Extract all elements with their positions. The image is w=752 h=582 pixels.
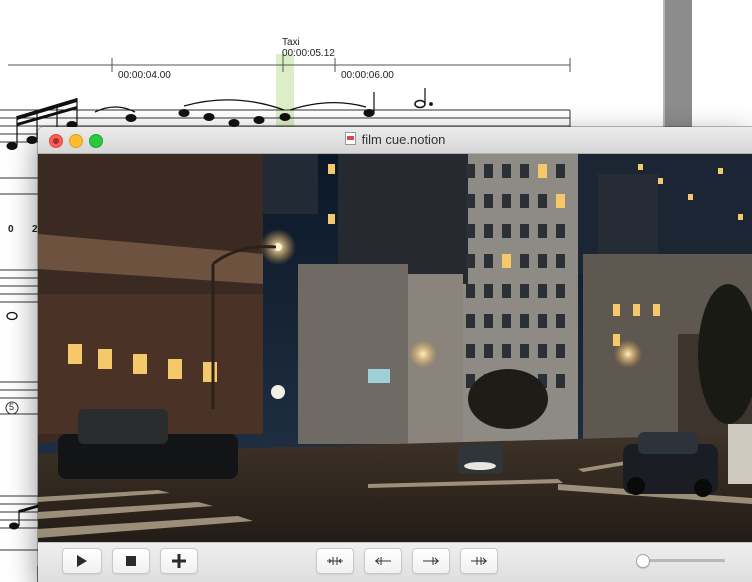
window-titlebar[interactable]: film cue.notion bbox=[38, 127, 752, 154]
document-icon bbox=[344, 132, 356, 145]
timecode-1: 00:00:04.00 bbox=[118, 70, 171, 81]
plus-icon bbox=[172, 554, 186, 568]
rehearsal-mark: 5 bbox=[9, 402, 15, 412]
arrows-inward-double-icon bbox=[327, 557, 343, 565]
video-frame[interactable] bbox=[38, 154, 752, 542]
arrows-outward-double-icon bbox=[471, 557, 487, 565]
measure-number: 0 bbox=[8, 224, 14, 235]
arrow-left-bar-icon bbox=[375, 557, 391, 565]
city-street-video bbox=[38, 154, 752, 542]
play-icon bbox=[77, 555, 87, 567]
volume-slider-knob[interactable] bbox=[636, 554, 650, 568]
jump-start-button[interactable] bbox=[316, 548, 354, 574]
volume-slider-track[interactable] bbox=[641, 559, 725, 562]
step-forward-button[interactable] bbox=[412, 548, 450, 574]
timecode-2: 00:00:06.00 bbox=[341, 70, 394, 81]
arrow-right-bar-icon bbox=[423, 557, 439, 565]
window-title-area: film cue.notion bbox=[38, 132, 752, 147]
transport-controls bbox=[38, 542, 752, 582]
cue-name: Taxi bbox=[282, 37, 300, 48]
cue-time: 00:00:05.12 bbox=[282, 48, 335, 59]
score-lower-notes bbox=[6, 311, 40, 530]
stop-icon bbox=[126, 556, 136, 566]
stop-button[interactable] bbox=[112, 548, 150, 574]
step-back-button[interactable] bbox=[364, 548, 402, 574]
window-title: film cue.notion bbox=[361, 132, 446, 147]
play-button[interactable] bbox=[62, 548, 102, 574]
jump-end-button[interactable] bbox=[460, 548, 498, 574]
add-button[interactable] bbox=[160, 548, 198, 574]
video-window: film cue.notion bbox=[38, 127, 752, 582]
measure-number: 2 bbox=[32, 224, 38, 235]
